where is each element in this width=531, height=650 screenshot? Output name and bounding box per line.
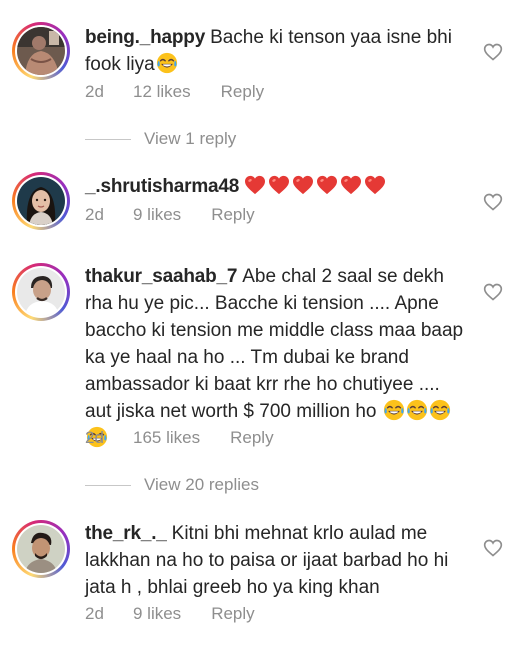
comment-time: 2d: [85, 82, 104, 101]
red-heart-emoji: [292, 175, 314, 195]
red-heart-emoji: [316, 175, 338, 195]
avatar: [17, 268, 65, 316]
comment-meta: 2d 165 likes Reply: [85, 428, 274, 448]
laughing-tears-emoji: [383, 399, 405, 421]
comment-likes[interactable]: 9 likes: [133, 604, 181, 624]
comment-likes[interactable]: 165 likes: [133, 428, 200, 448]
avatar-story-ring[interactable]: [12, 263, 70, 321]
comment-meta: 2d 9 likes Reply: [85, 205, 255, 225]
reply-button[interactable]: Reply: [211, 205, 254, 225]
avatar-story-ring[interactable]: [12, 520, 70, 578]
avatar: [17, 177, 65, 225]
comment-meta: 2d 9 likes Reply: [85, 604, 255, 624]
reply-button[interactable]: Reply: [230, 428, 273, 448]
laughing-tears-emoji: [156, 52, 178, 74]
red-heart-emoji: [364, 175, 386, 195]
heart-outline-icon[interactable]: [483, 192, 503, 212]
heart-outline-icon[interactable]: [483, 282, 503, 302]
comment-username[interactable]: being._happy: [85, 27, 205, 48]
laughing-tears-emoji: [429, 399, 451, 421]
comment-username[interactable]: the_rk_._: [85, 523, 167, 544]
view-replies-button[interactable]: View 20 replies: [85, 475, 259, 495]
avatar-story-ring[interactable]: [12, 22, 70, 80]
red-heart-emoji: [244, 175, 266, 195]
comment-text: the_rk_._ Kitni bhi mehnat krlo aulad me …: [85, 520, 470, 601]
comment-time: 2d: [85, 604, 104, 623]
heart-outline-icon[interactable]: [483, 42, 503, 62]
heart-outline-icon[interactable]: [483, 538, 503, 558]
comment-text: being._happy Bache ki tenson yaa isne bhi…: [85, 24, 470, 78]
comment-likes[interactable]: 12 likes: [133, 82, 191, 102]
comment-username[interactable]: thakur_saahab_7: [85, 266, 237, 287]
comment-text: thakur_saahab_7 Abe chal 2 saal se dekh r…: [85, 263, 470, 452]
reply-button[interactable]: Reply: [211, 604, 254, 624]
avatar: [17, 27, 65, 75]
red-heart-emoji: [340, 175, 362, 195]
view-replies-label: View 1 reply: [144, 129, 237, 148]
comment-time: 2d: [85, 428, 104, 447]
reply-button[interactable]: Reply: [221, 82, 264, 102]
red-heart-emoji: [268, 175, 290, 195]
comment-time: 2d: [85, 205, 104, 224]
comment-likes[interactable]: 9 likes: [133, 205, 181, 225]
avatar: [17, 525, 65, 573]
view-replies-label: View 20 replies: [144, 475, 259, 494]
replies-divider: [85, 484, 131, 486]
comment-meta: 2d 12 likes Reply: [85, 82, 264, 102]
replies-divider: [85, 138, 131, 140]
view-replies-button[interactable]: View 1 reply: [85, 129, 236, 149]
avatar-story-ring[interactable]: [12, 172, 70, 230]
laughing-tears-emoji: [406, 399, 428, 421]
comment-username[interactable]: _.shrutisharma48: [85, 176, 239, 197]
comment-text: _.shrutisharma48: [85, 173, 470, 200]
